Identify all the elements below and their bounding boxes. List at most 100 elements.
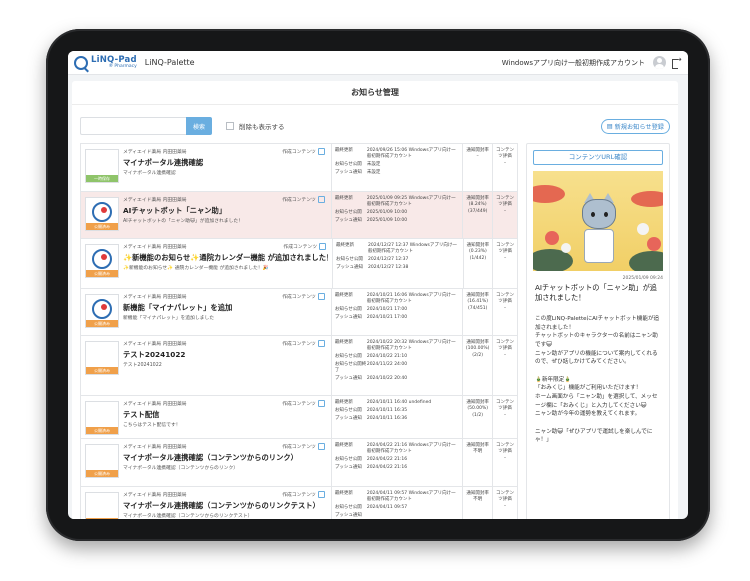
notice-dates-cell: 最終更新 2024/04/22 21:16 Windowsアプリ向け一般初期作成ア… — [332, 439, 464, 486]
rating-label: コンテンツ評価 — [496, 400, 515, 412]
rating-label: コンテンツ評価 — [496, 443, 515, 455]
push-value — [367, 513, 459, 519]
read-rate-cell: 通知開封率 (50.00%) (1/2) — [463, 396, 494, 438]
edit-content-icon[interactable] — [319, 243, 326, 250]
last-updated-label: 最終更新 — [334, 400, 353, 405]
new-notice-label: 新規お知らせ登録 — [614, 123, 664, 131]
notice-row[interactable]: 公開済み メディエイド薬局 内田田薬局 ✨新機能のお知らせ✨通院カレンダー機能 … — [80, 238, 518, 288]
last-updated-value: 2024/10/21 16:06 Windowsアプリ向け一般初期作成アカウント — [366, 293, 456, 305]
edit-content-icon[interactable] — [317, 443, 325, 450]
content-url-button[interactable]: コンテンツURL確認 — [533, 150, 663, 165]
notice-description: マイナポータル連携確認 — [123, 171, 176, 176]
last-updated-label: 最終更新 — [334, 293, 353, 298]
last-updated-label: 最終更新 — [334, 340, 353, 345]
edit-content-icon[interactable] — [317, 148, 325, 155]
notice-title: 新機能「マイナパレット」を追加 — [123, 303, 233, 312]
rating-cell: コンテンツ評価 – — [493, 487, 517, 519]
edit-content-icon[interactable] — [317, 491, 325, 498]
search-button[interactable]: 検索 — [186, 117, 212, 135]
notice-dates-cell: 最終更新 2024/09/26 15:06 Windowsアプリ向け一般初期作成ア… — [332, 144, 464, 191]
last-updated-value: 2024/12/27 12:37 Windowsアプリ向け一般初期作成アカウント — [368, 243, 457, 255]
notice-preview: コンテンツURL確認 2025/01/09 09:24 AIチャットボットの「ニ… — [526, 143, 670, 519]
logo-icon — [74, 55, 88, 70]
read-rate-cell: 通知開封率 (16.41%) (74/451) — [463, 289, 494, 335]
notice-public-value: 2024/10/22 21:10 — [366, 354, 408, 360]
edit-content-icon[interactable] — [317, 196, 325, 203]
status-badge: 一時保存 — [86, 175, 118, 182]
content-type: 作成コンテンツ — [282, 196, 325, 203]
read-rate-value: (16.41%) (74/451) — [467, 299, 488, 311]
notice-row[interactable]: 公開済み メディエイド薬局 内田田薬局 新機能「マイナパレット」を追加 新機能「… — [80, 288, 518, 335]
notice-row[interactable]: 一時保存 メディエイド薬局 内田田薬局 マイナポータル連携確認 マイナポータル連… — [80, 143, 518, 191]
status-badge: 公開済み — [86, 470, 118, 477]
push-value: 未設定 — [366, 170, 381, 176]
app-logo[interactable]: LiNQ-Pad ® Pharmacy — [74, 55, 137, 70]
rating-cell: コンテンツ評価 – — [493, 396, 517, 438]
notice-public-value: 2024/10/11 16:35 — [366, 408, 408, 414]
notice-public-label: お知らせ公開 — [334, 162, 362, 168]
page-title: お知らせ管理 — [72, 81, 678, 105]
search-input[interactable] — [80, 117, 186, 135]
content-type-label: 作成コンテンツ — [282, 150, 316, 155]
notice-title: テスト20241022 — [123, 350, 186, 359]
show-deleted-checkbox[interactable] — [226, 122, 234, 130]
notice-description: ✨新機能のお知らせ✨ 通院カレンダー機能 が追加されました！🎉 — [123, 266, 269, 271]
rating-label: コンテンツ評価 — [496, 243, 515, 255]
rating-value: – — [504, 255, 507, 261]
last-updated-value: 2024/04/22 21:16 Windowsアプリ向け一般初期作成アカウント — [366, 443, 456, 455]
notice-row[interactable]: 公開済み メディエイド薬局 内田田薬局 マイナポータル連携確認（コンテンツからの… — [80, 438, 518, 486]
notice-row[interactable]: 公開済み メディエイド薬局 内田田薬局 テスト配信 こちらはテスト配信です！ 作… — [80, 395, 518, 438]
logout-icon[interactable] — [672, 55, 682, 69]
notice-title: AIチャットボット「ニャン助」 — [123, 206, 227, 215]
notice-row[interactable]: 公開済み メディエイド薬局 内田田薬局 テスト20241022 テスト20241… — [80, 335, 518, 395]
preview-image — [533, 171, 663, 271]
notice-main-cell: 公開済み メディエイド薬局 内田田薬局 テスト配信 こちらはテスト配信です！ 作… — [81, 396, 332, 438]
rating-label: コンテンツ評価 — [496, 340, 515, 352]
rating-cell: コンテンツ評価 – — [493, 144, 517, 191]
edit-content-icon[interactable] — [317, 340, 325, 347]
content-type-label: 作成コンテンツ — [282, 198, 316, 203]
notice-row[interactable]: 公開済み メディエイド薬局 内田田薬局 AIチャットボット「ニャン助」 AIチャ… — [80, 191, 518, 238]
content-type: 作成コンテンツ — [282, 148, 325, 155]
edit-content-icon[interactable] — [317, 400, 325, 407]
rating-label: コンテンツ評価 — [496, 196, 515, 208]
notice-title: テスト配信 — [123, 410, 160, 419]
notice-public-value: 2025/01/09 10:00 — [366, 210, 408, 216]
push-label: プッシュ通知 — [334, 416, 362, 422]
notice-end-value: 2024/11/22 24:00 — [366, 362, 408, 368]
rating-value: – — [503, 503, 507, 509]
notice-list: 一時保存 メディエイド薬局 内田田薬局 マイナポータル連携確認 マイナポータル連… — [80, 143, 518, 519]
push-label: プッシュ通知 — [334, 315, 362, 321]
status-badge: 公開済み — [86, 367, 118, 374]
notice-public-value: 2024/10/21 17:00 — [366, 307, 408, 313]
read-rate-value: (50.00%) (1/2) — [467, 406, 488, 418]
notice-title: マイナポータル連携確認（コンテンツからのリンクテスト） — [123, 501, 320, 510]
push-value: 2024/10/21 17:00 — [366, 315, 408, 321]
notice-dates-cell: 最終更新 2024/10/11 16:40 undefined お知らせ公開 202… — [332, 396, 464, 438]
notice-row[interactable]: 公開済み メディエイド薬局 内田田薬局 マイナポータル連携確認（コンテンツからの… — [80, 486, 518, 519]
rating-cell: コンテンツ評価 – — [493, 336, 517, 395]
push-label: プッシュ通知 — [336, 265, 363, 271]
notice-description: テスト20241022 — [123, 363, 162, 368]
push-value: 2024/04/22 21:16 — [366, 465, 408, 471]
notice-public-label: お知らせ公開 — [334, 505, 362, 511]
content-type: 作成コンテンツ — [282, 400, 325, 407]
rating-label: コンテンツ評価 — [496, 293, 515, 305]
notice-public-label: お知らせ公開 — [334, 210, 362, 216]
content-type-label: 作成コンテンツ — [282, 342, 316, 347]
notice-thumbnail: 公開済み — [85, 444, 119, 478]
notice-dates-cell: 最終更新 2024/04/11 09:57 Windowsアプリ向け一般初期作成ア… — [332, 487, 464, 519]
edit-content-icon[interactable] — [317, 293, 325, 300]
user-avatar-icon[interactable] — [653, 56, 666, 69]
app-screen: LiNQ-Pad ® Pharmacy LiNQ-Palette Windows… — [68, 51, 688, 519]
notice-main-cell: 公開済み メディエイド薬局 内田田薬局 AIチャットボット「ニャン助」 AIチャ… — [81, 192, 332, 238]
rating-cell: コンテンツ評価 – — [493, 192, 517, 238]
notice-thumbnail: 公開済み — [85, 492, 119, 519]
notice-public-value: 2024/04/22 21:16 — [366, 457, 408, 463]
notice-main-cell: 公開済み メディエイド薬局 内田田薬局 テスト20241022 テスト20241… — [81, 336, 332, 395]
notice-main-cell: 公開済み メディエイド薬局 内田田薬局 ✨新機能のお知らせ✨通院カレンダー機能 … — [81, 239, 333, 288]
notice-end-label: お知らせ公開終了 — [334, 362, 367, 374]
new-notice-button[interactable]: ▤ 新規お知らせ登録 — [600, 118, 670, 134]
last-updated-value: 2024/10/11 16:40 undefined — [366, 400, 432, 405]
rating-cell: コンテンツ評価 – — [493, 439, 517, 486]
